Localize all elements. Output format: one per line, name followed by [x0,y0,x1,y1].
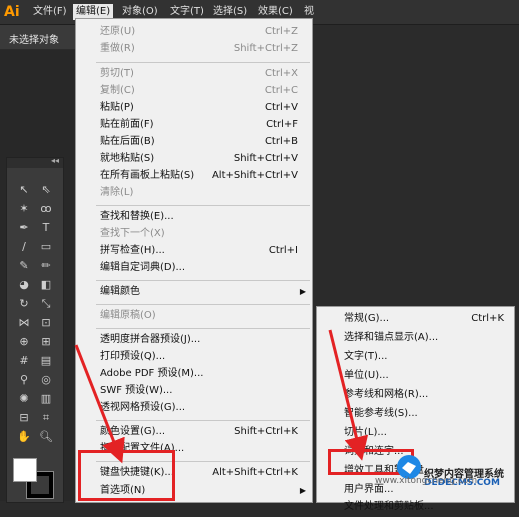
arrow-to-preferences-icon [74,344,125,464]
watermark-under: www.xitongcheng.com [375,476,478,486]
arrow-to-plugins-icon [328,329,369,461]
annotation-arrows [74,329,369,464]
